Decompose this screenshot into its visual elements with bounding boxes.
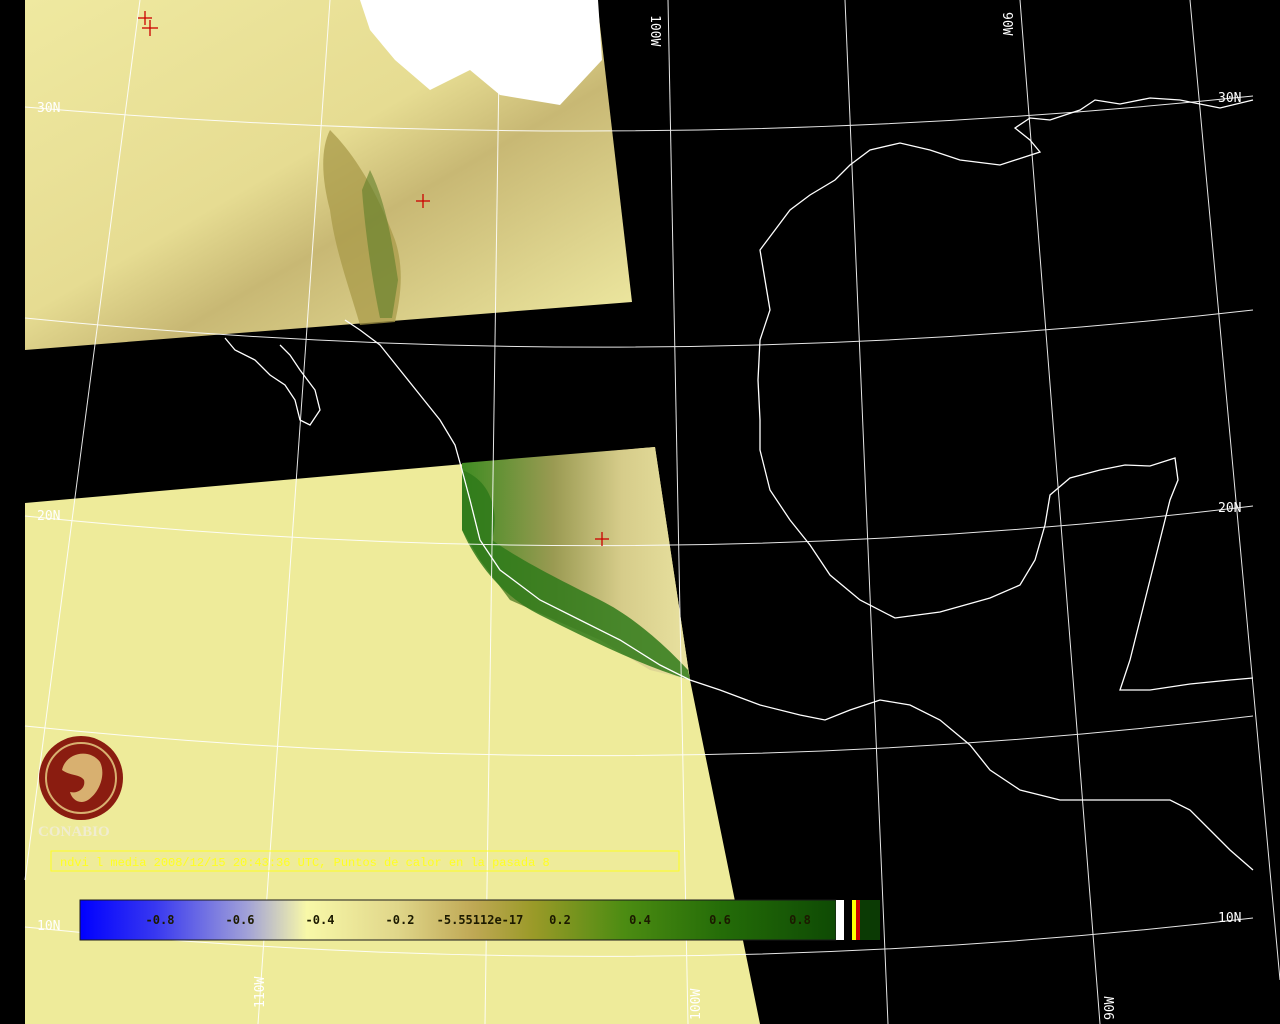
logo-label: CONABIO <box>38 824 110 840</box>
lon-label-90w-top: 90W <box>999 12 1014 36</box>
colorbar-swatch-black <box>844 900 852 940</box>
lon-label-90w-bottom: 90W <box>1103 996 1118 1020</box>
colorbar-tick-label: -5.55112e-17 <box>437 913 524 927</box>
colorbar-tick-label: -0.4 <box>306 913 335 927</box>
lat-label-30n-left: 30N <box>37 101 60 116</box>
colorbar-tick-label: -0.2 <box>386 913 415 927</box>
colorbar-tick-label: 0.6 <box>709 913 731 927</box>
lon-label-100w-top: 100W <box>647 15 662 46</box>
title-text: ndvi l media 2008/12/15 20:43:36 UTC, Pu… <box>60 856 550 870</box>
colorbar-tick-label: -0.8 <box>146 913 175 927</box>
colorbar-swatch-yellow <box>852 900 856 940</box>
conabio-macaw-logo-icon <box>39 736 123 820</box>
colorbar-swatch-white <box>836 900 844 940</box>
colorbar-tick-labels: -0.8 -0.6 -0.4 -0.2 -5.55112e-17 0.2 0.4 0.6 0.8 <box>146 913 811 927</box>
colorbar-tick-label: 0.4 <box>629 913 651 927</box>
lat-label-20n-right: 20N <box>1218 501 1241 516</box>
ndvi-colorbar: -0.8 -0.6 -0.4 -0.2 -5.55112e-17 0.2 0.4 0.6 0.8 <box>79 899 880 941</box>
colorbar-tick-label: 0.8 <box>789 913 811 927</box>
colorbar-swatch-dark-green <box>860 900 880 940</box>
lat-label-30n-right: 30N <box>1218 91 1241 106</box>
colorbar-tick-label: -0.6 <box>226 913 255 927</box>
lon-label-110w-bottom: 110W <box>253 977 268 1008</box>
lat-label-10n-right: 10N <box>1218 911 1241 926</box>
colorbar-tick-label: 0.2 <box>549 913 571 927</box>
lat-label-10n-left: 10N <box>37 919 60 934</box>
ndvi-map: 30N 30N 20N 20N 10N 10N 100W 90W 110W 10… <box>0 0 1280 1024</box>
lon-label-100w-bottom: 100W <box>689 989 704 1020</box>
colorbar-swatch-red <box>856 900 860 940</box>
lat-label-20n-left: 20N <box>37 509 60 524</box>
